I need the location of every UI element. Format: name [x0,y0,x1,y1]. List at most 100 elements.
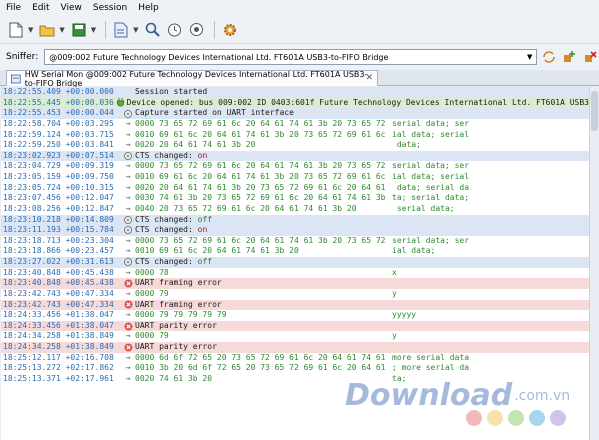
save-dropdown-icon[interactable]: ▼ [91,26,96,34]
search-icon[interactable] [143,20,163,40]
log-row[interactable]: 18:25:13.371 +02:17.961 → 0020 74 61 3b 20… [1,373,589,385]
log-row[interactable]: 18:23:05.159 +00:09.750 → 0010 69 61 6c 20… [1,172,589,183]
log-hex-data: 0010 69 61 6c 20 64 61 74 61 3b 20 73 65… [135,172,386,181]
error-icon [121,279,135,288]
log-row[interactable]: 18:22:55.445 +00:00.036 Device opened: bu… [1,97,589,109]
log-timestamp: 18:24:33.456 +01:38.047 [3,320,114,330]
log-row[interactable]: 18:25:13.272 +02:17.862 → 0010 3b 20 6d 6f… [1,363,589,374]
info-icon [121,258,135,267]
refresh-icon[interactable] [540,48,558,66]
tab-bar: HW Serial Mon @009:002 Future Technology… [0,70,599,88]
log-ascii-data: serial data; ser [392,161,470,171]
menu-help[interactable]: Help [138,3,159,13]
log-row[interactable]: 18:23:40.848 +00:45.438 UART framing erro… [1,278,589,289]
log-timestamp: 18:23:40.848 +00:45.438 [3,267,114,277]
log-row[interactable]: 18:23:05.724 +00:10.315 → 0020 20 64 61 74… [1,182,589,194]
info-icon [121,152,135,161]
log-row[interactable]: 18:23:11.193 +00:15.784 CTS changed: on [1,225,589,236]
log-ascii-data: ta; [392,373,407,383]
log-row[interactable]: 18:22:58.704 +00:03.295 → 0000 73 65 72 69… [1,118,589,130]
log-row[interactable]: 18:23:10.218 +00:14.809 CTS changed: off [1,214,589,226]
tab-hw-serial-mon[interactable]: HW Serial Mon @009:002 Future Technology… [6,70,378,88]
log-message: UART framing error [135,278,222,288]
settings-gear-icon[interactable] [220,20,240,40]
log-timestamp: 18:22:58.704 +00:03.295 [3,118,114,128]
cts-state: off [197,214,213,224]
menu-view[interactable]: View [61,3,82,13]
log-row[interactable]: 18:24:34.258 +01:38.849 UART parity error [1,342,589,353]
log-message: Device opened: bus 009:002 ID 0403:601f … [126,97,589,107]
log-message: Session started [135,87,208,96]
arrow-right-icon: → [125,331,131,341]
new-icon[interactable] [6,20,26,40]
log-timestamp: 18:24:34.258 +01:38.849 [3,331,114,341]
log-message: CTS changed: on [135,150,208,160]
log-row[interactable]: 18:23:42.743 +00:47.334 UART framing erro… [1,299,589,311]
log-ascii-data: data; [392,140,421,150]
open-dropdown-icon[interactable]: ▼ [59,26,64,34]
add-sniffer-icon[interactable] [560,48,578,66]
log-row[interactable]: 18:23:27.022 +00:31.613 CTS changed: off [1,257,589,268]
capture-icon[interactable] [187,20,207,40]
document-icon[interactable] [111,20,131,40]
log-row[interactable]: 18:24:33.456 +01:38.047 UART parity error [1,320,589,332]
log-view[interactable]: 18:22:55.409 +00:00.000 Session started 18… [1,87,589,440]
menu-session[interactable]: Session [93,3,127,13]
timer-icon[interactable] [165,20,185,40]
log-timestamp: 18:23:40.848 +00:45.438 [3,278,114,288]
log-row[interactable]: 18:23:18.866 +00:23.457 → 0010 69 61 6c 20… [1,246,589,257]
log-row[interactable]: 18:23:04.729 +00:09.319 → 0000 73 65 72 69… [1,161,589,172]
log-row[interactable]: 18:24:34.258 +01:38.849 → 0000 79 y [1,331,589,342]
new-dropdown-icon[interactable]: ▼ [28,26,33,34]
log-row[interactable]: 18:22:59.250 +00:03.841 → 0020 20 64 61 74… [1,140,589,151]
menu-file[interactable]: File [6,3,21,13]
log-hex-data: 0000 6d 6f 72 65 20 73 65 72 69 61 6c 20… [135,352,386,362]
log-hex-data: 0010 69 61 6c 20 64 61 74 61 3b 20 [135,246,299,256]
sniffer-select[interactable]: @009:002 Future Technology Devices Inter… [44,49,537,65]
log-timestamp: 18:23:18.713 +00:23.304 [3,235,114,245]
log-timestamp: 18:23:42.743 +00:47.334 [3,299,114,309]
log-row[interactable]: 18:22:59.124 +00:03.715 → 0010 69 61 6c 20… [1,129,589,141]
arrow-right-icon: → [125,203,131,213]
arrow-right-icon: → [125,193,131,203]
log-hex-data: 0000 79 79 79 79 79 [135,310,227,320]
arrow-right-icon: → [125,172,131,181]
serial-monitor-icon [11,74,21,83]
close-icon[interactable]: ✕ [365,73,373,83]
log-row[interactable]: 18:25:12.117 +02:16.708 → 0000 6d 6f 72 65… [1,352,589,364]
log-row[interactable]: 18:24:33.456 +01:38.047 → 0000 79 79 79 79… [1,310,589,321]
menu-edit[interactable]: Edit [32,3,49,13]
log-message: UART parity error [135,320,217,330]
save-icon[interactable] [69,20,89,40]
sniffer-select-value: @009:002 Future Technology Devices Inter… [49,52,389,62]
log-timestamp: 18:23:27.022 +00:31.613 [3,257,114,266]
log-row[interactable]: 18:23:07.456 +00:12.047 → 0030 74 61 3b 20… [1,193,589,204]
log-timestamp: 18:23:08.256 +00:12.847 [3,203,114,213]
toolbar-divider [213,20,215,39]
document-dropdown-icon[interactable]: ▼ [133,26,138,34]
log-timestamp: 18:23:02.923 +00:07.514 [3,150,114,160]
log-timestamp: 18:25:13.371 +02:17.961 [3,373,114,383]
log-row[interactable]: 18:23:02.923 +00:07.514 CTS changed: on [1,150,589,162]
vertical-scrollbar[interactable] [589,87,599,440]
log-hex-data: 0020 20 64 61 74 61 3b 20 [135,140,256,150]
log-row[interactable]: 18:22:55.453 +00:00.044 Capture started o… [1,108,589,119]
sniffer-label: Sniffer: [6,52,39,62]
log-timestamp: 18:23:07.456 +00:12.047 [3,193,114,203]
cts-state: off [197,257,213,266]
scrollbar-thumb[interactable] [591,91,598,131]
log-row[interactable]: 18:23:40.848 +00:45.438 → 0000 78 x [1,267,589,279]
log-row[interactable]: 18:23:08.256 +00:12.847 → 0040 20 73 65 72… [1,203,589,215]
remove-sniffer-icon[interactable] [581,48,599,66]
chevron-down-icon[interactable]: ▼ [524,50,536,64]
open-folder-icon[interactable] [37,20,57,40]
arrow-right-icon: → [125,267,131,277]
log-hex-data: 0020 74 61 3b 20 [135,373,213,383]
cts-state: on [197,150,208,160]
log-row[interactable]: 18:23:42.743 +00:47.334 → 0000 79 y [1,288,589,300]
log-ascii-data: ; more serial da [392,363,470,373]
log-timestamp: 18:24:33.456 +01:38.047 [3,310,114,320]
log-row[interactable]: 18:23:18.713 +00:23.304 → 0000 73 65 72 69… [1,235,589,247]
log-message: CTS changed: off [135,257,213,266]
log-row[interactable]: 18:22:55.409 +00:00.000 Session started [1,87,589,98]
